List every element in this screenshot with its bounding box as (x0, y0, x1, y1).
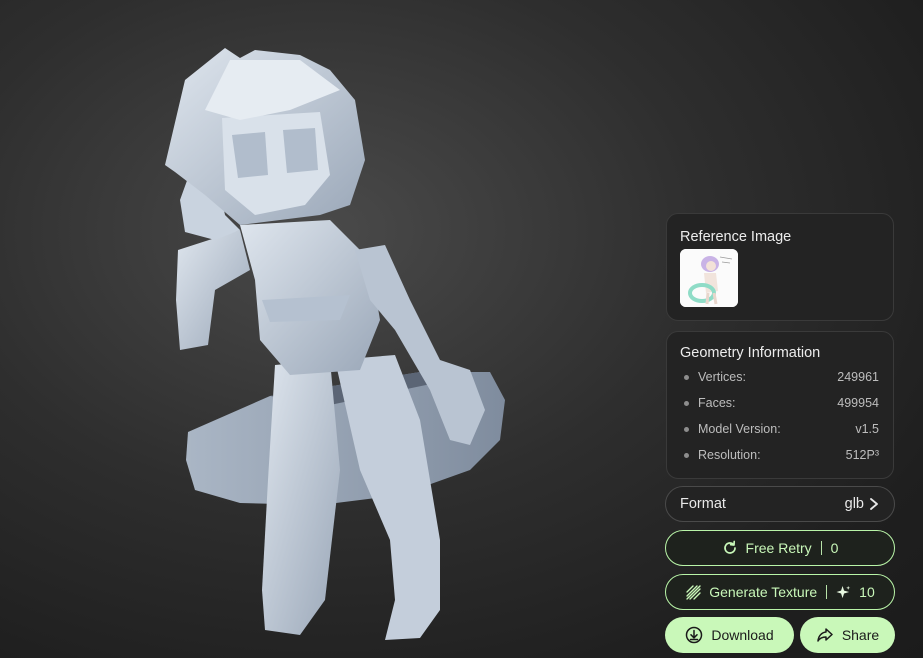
geometry-row-label: Model Version: (698, 422, 781, 436)
reference-thumbnail[interactable] (680, 249, 738, 307)
geometry-row-faces: Faces: 499954 (684, 395, 879, 413)
geometry-row-value: v1.5 (855, 422, 879, 436)
raised-arm (176, 230, 250, 350)
share-button[interactable]: Share (800, 617, 895, 653)
geometry-row-label: Faces: (698, 396, 736, 410)
share-label: Share (841, 627, 880, 643)
free-retry-label: Free Retry (745, 540, 812, 556)
generate-texture-label: Generate Texture (709, 584, 818, 600)
geometry-info-title: Geometry Information (680, 345, 821, 361)
format-selector[interactable]: Format glb (665, 486, 895, 522)
geometry-row-value: 512P³ (845, 448, 879, 462)
geometry-row-label: Vertices: (698, 370, 746, 384)
geometry-row-resolution: Resolution: 512P³ (684, 447, 879, 465)
free-retry-button[interactable]: Free Retry 0 (665, 530, 895, 566)
format-value: glb (844, 496, 864, 512)
refresh-icon (723, 540, 736, 554)
geometry-info-panel: Geometry Information Vertices: 249961 Fa… (666, 331, 894, 479)
divider (826, 585, 828, 599)
bullet-icon (684, 427, 689, 432)
geometry-row-value: 249961 (837, 370, 879, 384)
character-sketch-thumbnail (680, 249, 738, 307)
sparkle-icon (836, 585, 851, 598)
geometry-row-value: 499954 (837, 396, 879, 410)
reference-image-title: Reference Image (680, 229, 792, 245)
download-label: Download (711, 627, 774, 643)
free-retry-count: 0 (830, 540, 839, 556)
geometry-row-model-version: Model Version: v1.5 (684, 421, 879, 439)
bullet-icon (684, 453, 689, 458)
geometry-row-label: Resolution: (698, 448, 761, 462)
character-model (165, 48, 505, 640)
download-icon (686, 626, 703, 644)
reference-image-panel: Reference Image (666, 213, 894, 321)
model-viewport[interactable] (0, 0, 650, 658)
share-icon (817, 628, 833, 642)
geometry-row-vertices: Vertices: 249961 (684, 369, 879, 387)
bullet-icon (684, 375, 689, 380)
chevron-right-icon (870, 498, 878, 510)
generate-texture-cost: 10 (859, 584, 875, 600)
left-leg (262, 360, 340, 635)
download-button[interactable]: Download (665, 617, 794, 653)
generate-texture-button[interactable]: Generate Texture 10 (665, 574, 895, 610)
divider (820, 541, 822, 555)
format-label: Format (680, 496, 726, 512)
bullet-icon (684, 401, 689, 406)
texture-icon (686, 585, 701, 600)
